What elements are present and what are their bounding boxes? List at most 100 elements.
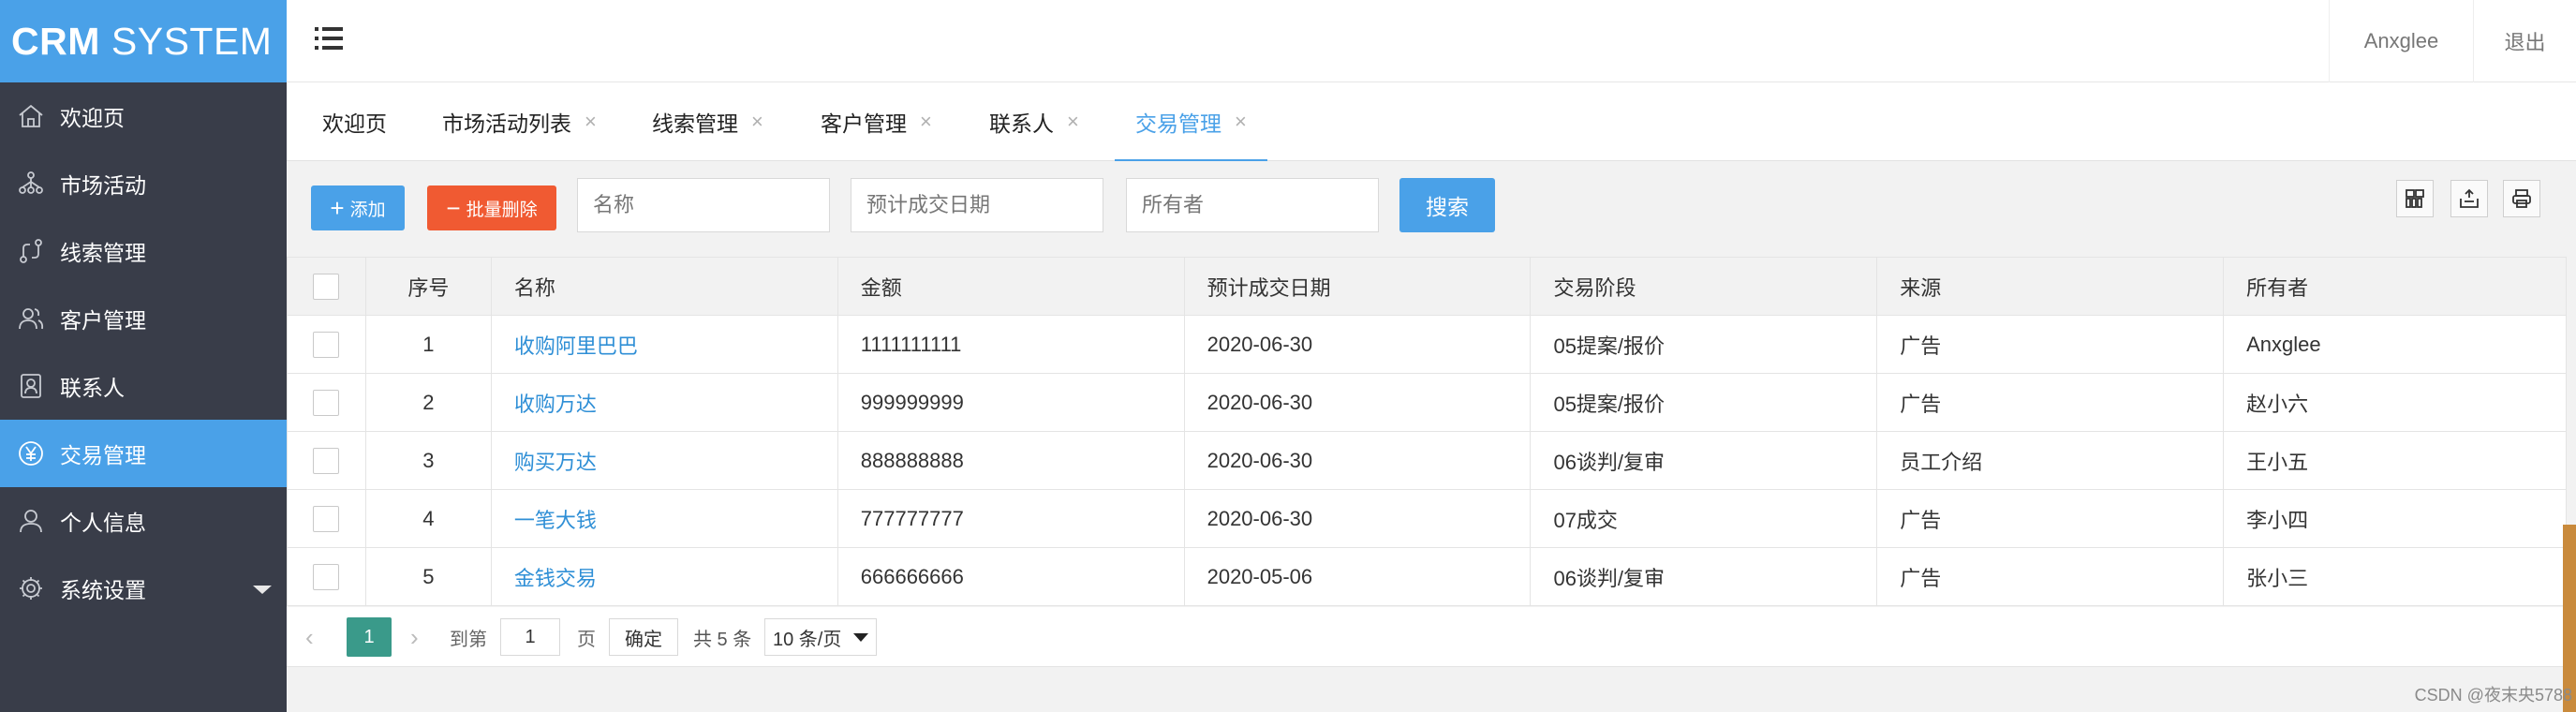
goto-page-input[interactable]: [500, 618, 560, 656]
sidebar-item[interactable]: 系统设置: [0, 555, 287, 622]
owner-search-input[interactable]: [1126, 178, 1379, 232]
tab[interactable]: 市场活动列表 ×: [442, 82, 597, 161]
transaction-name-link[interactable]: 金钱交易: [514, 567, 597, 590]
tab-label: 欢迎页: [322, 111, 387, 136]
current-page-button[interactable]: 1: [347, 617, 392, 657]
cell-owner: 王小五: [2223, 431, 2567, 490]
sidebar-item-label: 市场活动: [60, 173, 146, 198]
row-select-cell: [287, 373, 366, 432]
close-icon[interactable]: ×: [1067, 110, 1079, 134]
yen-coin-icon: [17, 439, 45, 467]
tab[interactable]: 联系人 ×: [989, 82, 1079, 161]
tab[interactable]: 交易管理 ×: [1115, 82, 1267, 162]
users-icon: [17, 304, 45, 333]
column-header: 交易阶段: [1530, 257, 1878, 316]
export-icon[interactable]: [2450, 180, 2488, 217]
tab-label: 客户管理: [821, 111, 907, 136]
next-page-button[interactable]: ›: [410, 607, 419, 667]
pagination: ‹ 1 › 到第 页 确定 共 5 条 10 条/页: [287, 607, 2576, 667]
cell-stage: 06谈判/复审: [1530, 547, 1878, 606]
close-icon[interactable]: ×: [751, 110, 763, 134]
page-size-select[interactable]: 10 条/页: [764, 618, 877, 656]
column-header: 预计成交日期: [1183, 257, 1532, 316]
search-button[interactable]: 搜索: [1399, 178, 1495, 232]
tab[interactable]: 线索管理 ×: [652, 82, 763, 161]
columns-filter-icon[interactable]: [2396, 180, 2434, 217]
table-row: 4 一笔大钱 777777777 2020-06-30 07成交 广告 李小四: [287, 489, 2567, 548]
route-icon: [17, 237, 45, 265]
table-row: 2 收购万达 999999999 2020-06-30 05提案/报价 广告 赵小六: [287, 373, 2567, 432]
sidebar-item[interactable]: 线索管理: [0, 217, 287, 285]
cell-stage: 05提案/报价: [1530, 373, 1878, 432]
select-all-checkbox[interactable]: [313, 273, 340, 300]
brand-bold: CRM: [11, 19, 100, 63]
page-label: 页: [577, 629, 596, 650]
row-checkbox[interactable]: [313, 447, 340, 474]
close-icon[interactable]: ×: [920, 110, 932, 134]
cell-amount: 888888888: [836, 431, 1185, 490]
cell-name: 收购阿里巴巴: [490, 315, 838, 374]
minus-icon: −: [446, 194, 461, 222]
sidebar-item[interactable]: 交易管理: [0, 420, 287, 487]
row-select-cell: [287, 315, 366, 374]
cell-name: 一笔大钱: [490, 489, 838, 548]
list-menu-icon[interactable]: [315, 24, 347, 52]
transaction-name-link[interactable]: 收购阿里巴巴: [514, 334, 638, 358]
cell-idx: 4: [364, 489, 492, 548]
cell-idx: 5: [364, 547, 492, 606]
brand-logo[interactable]: CRM SYSTEM: [0, 0, 287, 82]
row-checkbox[interactable]: [313, 563, 340, 590]
tab-label: 线索管理: [652, 111, 738, 136]
goto-confirm-button[interactable]: 确定: [609, 618, 678, 656]
logout-link[interactable]: 退出: [2473, 0, 2576, 82]
tab-label: 市场活动列表: [442, 111, 571, 136]
transactions-table: 序号 名称 金额 预计成交日期 交易阶段 来源 所有者 1 收购阿里巴巴 1111111111 2…: [287, 257, 2567, 606]
transaction-name-link[interactable]: 一笔大钱: [514, 509, 597, 532]
cell-source: 员工介绍: [1876, 431, 2225, 490]
cell-owner: Anxglee: [2223, 315, 2567, 374]
cell-amount: 666666666: [836, 547, 1185, 606]
page-tabs: 欢迎页 市场活动列表 × 线索管理 × 客户管理 × 联系人 × 交易管理 ×: [287, 82, 2576, 162]
sidebar-item[interactable]: 市场活动: [0, 150, 287, 217]
cell-stage: 07成交: [1530, 489, 1878, 548]
table-row: 3 购买万达 888888888 2020-06-30 06谈判/复审 员工介绍 王小五: [287, 431, 2567, 490]
cell-name: 金钱交易: [490, 547, 838, 606]
home-icon: [17, 102, 45, 130]
print-icon[interactable]: [2503, 180, 2540, 217]
transaction-name-link[interactable]: 购买万达: [514, 451, 597, 474]
brand-light: SYSTEM: [111, 19, 273, 63]
caret-down-icon: [253, 586, 272, 594]
user-menu[interactable]: Anxglee: [2329, 0, 2473, 82]
add-button[interactable]: + 添加: [311, 185, 405, 230]
sidebar-item-label: 交易管理: [60, 443, 146, 467]
add-button-label: 添加: [349, 200, 386, 220]
date-search-input[interactable]: [851, 178, 1103, 232]
cell-owner: 张小三: [2223, 547, 2567, 606]
close-icon[interactable]: ×: [585, 110, 597, 134]
cell-amount: 777777777: [836, 489, 1185, 548]
name-search-input[interactable]: [577, 178, 830, 232]
sidebar-item[interactable]: 客户管理: [0, 285, 287, 352]
cell-name: 收购万达: [490, 373, 838, 432]
select-all-cell: [287, 257, 366, 316]
watermark: CSDN @夜末央5788: [2414, 686, 2572, 705]
prev-page-button[interactable]: ‹: [305, 607, 314, 667]
sidebar-item-label: 系统设置: [60, 578, 146, 602]
tab[interactable]: 客户管理 ×: [821, 82, 932, 161]
row-checkbox[interactable]: [313, 331, 340, 358]
gear-icon: [17, 574, 45, 602]
total-count: 共 5 条: [693, 629, 752, 650]
tab[interactable]: 欢迎页: [322, 82, 387, 161]
row-select-cell: [287, 489, 366, 548]
cell-date: 2020-06-30: [1183, 431, 1532, 490]
sidebar-item[interactable]: 联系人: [0, 352, 287, 420]
sidebar-item[interactable]: 个人信息: [0, 487, 287, 555]
close-icon[interactable]: ×: [1235, 110, 1247, 134]
main-content: + 添加 − 批量删除 搜索 序号名称金额预计成交日期交易阶段来源所有者 1 收购…: [287, 161, 2576, 712]
row-checkbox[interactable]: [313, 389, 340, 416]
transaction-name-link[interactable]: 收购万达: [514, 393, 597, 416]
batch-delete-button[interactable]: − 批量删除: [427, 185, 556, 230]
row-checkbox[interactable]: [313, 505, 340, 532]
cell-stage: 06谈判/复审: [1530, 431, 1878, 490]
sidebar-item[interactable]: 欢迎页: [0, 82, 287, 150]
